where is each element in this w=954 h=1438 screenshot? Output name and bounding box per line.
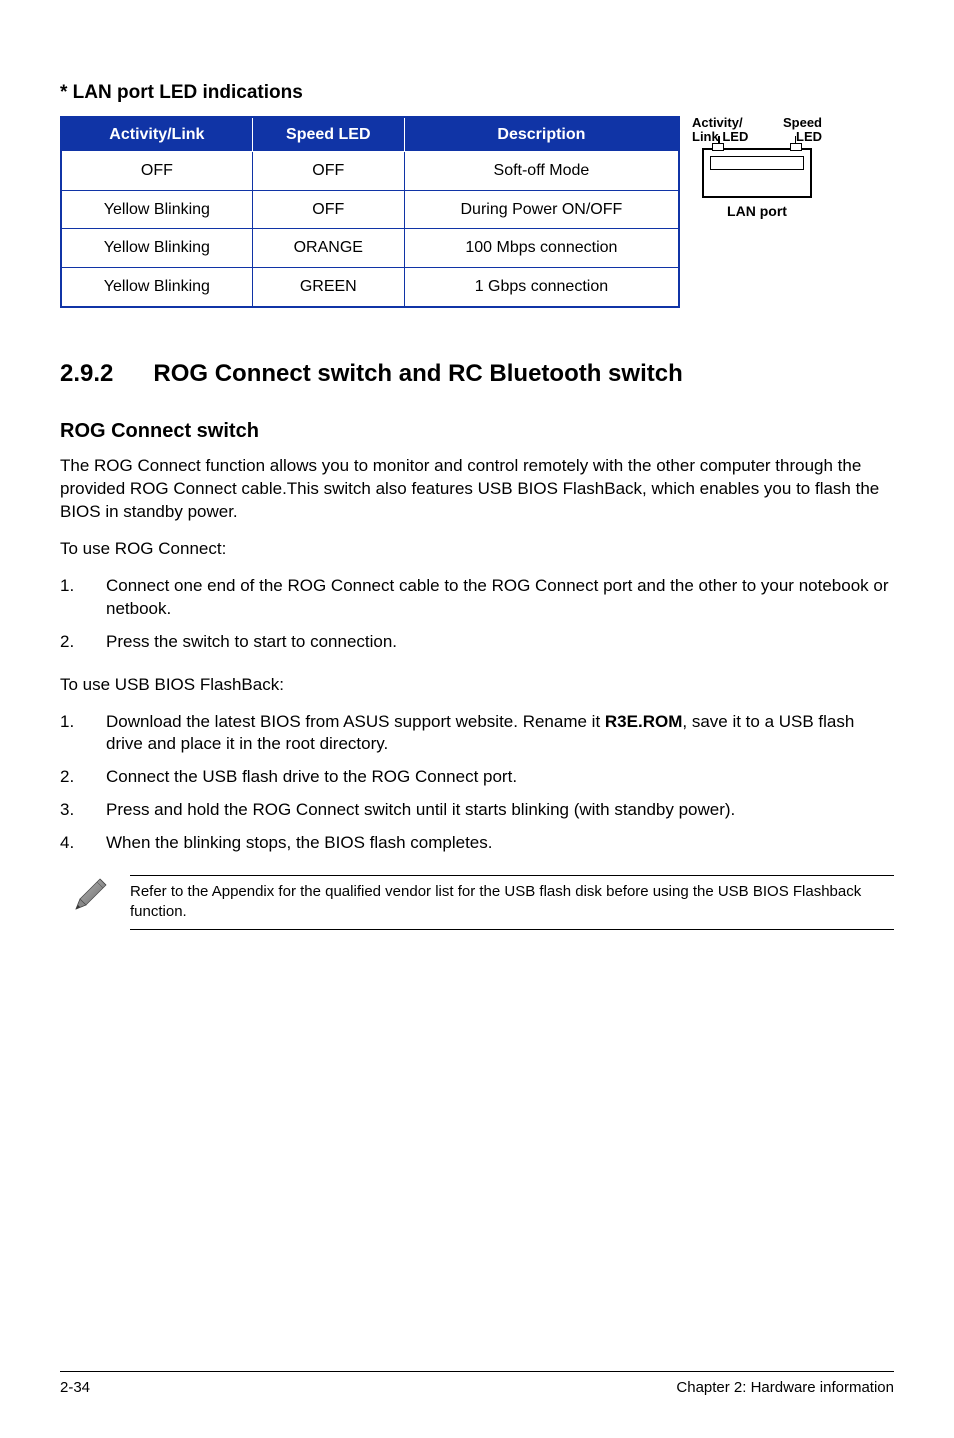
list-item: 1. Download the latest BIOS from ASUS su…	[60, 711, 894, 757]
list-item: 2. Connect the USB flash drive to the RO…	[60, 766, 894, 789]
lan-port-diagram: Activity/ Link LED Speed LED LAN port	[692, 116, 822, 221]
table-row: OFF OFF Soft-off Mode	[61, 152, 679, 191]
diagram-label-link-led: Link LED	[692, 129, 748, 144]
flashback-steps: 1. Download the latest BIOS from ASUS su…	[60, 711, 894, 856]
th-speed: Speed LED	[252, 117, 404, 152]
cell: OFF	[61, 152, 252, 191]
cell: Soft-off Mode	[404, 152, 679, 191]
step-number: 3.	[60, 799, 106, 822]
step-text: Download the latest BIOS from ASUS suppo…	[106, 711, 894, 757]
th-description: Description	[404, 117, 679, 152]
cell: GREEN	[252, 268, 404, 307]
page-number: 2-34	[60, 1378, 90, 1398]
list-item: 1. Connect one end of the ROG Connect ca…	[60, 575, 894, 621]
step-text: When the blinking stops, the BIOS flash …	[106, 832, 894, 855]
cell: During Power ON/OFF	[404, 190, 679, 229]
lan-port-icon	[702, 148, 812, 198]
table-row: Yellow Blinking GREEN 1 Gbps connection	[61, 268, 679, 307]
use-flashback-label: To use USB BIOS FlashBack:	[60, 674, 894, 697]
section-title: ROG Connect switch and RC Bluetooth swit…	[153, 360, 682, 387]
diagram-caption: LAN port	[692, 202, 822, 221]
step-number: 1.	[60, 711, 106, 757]
table-header-row: Activity/Link Speed LED Description	[61, 117, 679, 152]
page-footer: 2-34 Chapter 2: Hardware information	[60, 1371, 894, 1398]
list-item: 3. Press and hold the ROG Connect switch…	[60, 799, 894, 822]
cell: 1 Gbps connection	[404, 268, 679, 307]
cell: Yellow Blinking	[61, 268, 252, 307]
lan-led-table: Activity/Link Speed LED Description OFF …	[60, 116, 680, 308]
th-activity: Activity/Link	[61, 117, 252, 152]
step-number: 4.	[60, 832, 106, 855]
cell: OFF	[252, 152, 404, 191]
cell: Yellow Blinking	[61, 190, 252, 229]
diagram-label-speed: Speed	[783, 115, 822, 130]
list-item: 2. Press the switch to start to connecti…	[60, 631, 894, 654]
note-text: Refer to the Appendix for the qualified …	[130, 882, 894, 923]
step-number: 2.	[60, 766, 106, 789]
rog-intro: The ROG Connect function allows you to m…	[60, 455, 894, 524]
note-box: Refer to the Appendix for the qualified …	[60, 875, 894, 930]
step-text: Connect the USB flash drive to the ROG C…	[106, 766, 894, 789]
use-rog-label: To use ROG Connect:	[60, 538, 894, 561]
diagram-label-led: LED	[796, 129, 822, 144]
pencil-icon	[70, 875, 110, 915]
table-row: Yellow Blinking ORANGE 100 Mbps connecti…	[61, 229, 679, 268]
step-text: Press and hold the ROG Connect switch un…	[106, 799, 894, 822]
rog-connect-heading: ROG Connect switch	[60, 418, 894, 445]
note-divider-top	[130, 875, 894, 876]
diagram-label-activity: Activity/	[692, 115, 743, 130]
rog-steps: 1. Connect one end of the ROG Connect ca…	[60, 575, 894, 654]
step-text: Press the switch to start to connection.	[106, 631, 894, 654]
cell: 100 Mbps connection	[404, 229, 679, 268]
step-text: Connect one end of the ROG Connect cable…	[106, 575, 894, 621]
list-item: 4. When the blinking stops, the BIOS fla…	[60, 832, 894, 855]
note-divider-bottom	[130, 929, 894, 930]
table-row: Yellow Blinking OFF During Power ON/OFF	[61, 190, 679, 229]
cell: OFF	[252, 190, 404, 229]
step-number: 1.	[60, 575, 106, 621]
step-number: 2.	[60, 631, 106, 654]
chapter-label: Chapter 2: Hardware information	[676, 1378, 894, 1398]
section-number: 2.9.2	[60, 358, 113, 390]
cell: ORANGE	[252, 229, 404, 268]
section-heading-292: 2.9.2 ROG Connect switch and RC Bluetooth…	[60, 358, 894, 390]
lan-led-heading: * LAN port LED indications	[60, 80, 894, 106]
cell: Yellow Blinking	[61, 229, 252, 268]
